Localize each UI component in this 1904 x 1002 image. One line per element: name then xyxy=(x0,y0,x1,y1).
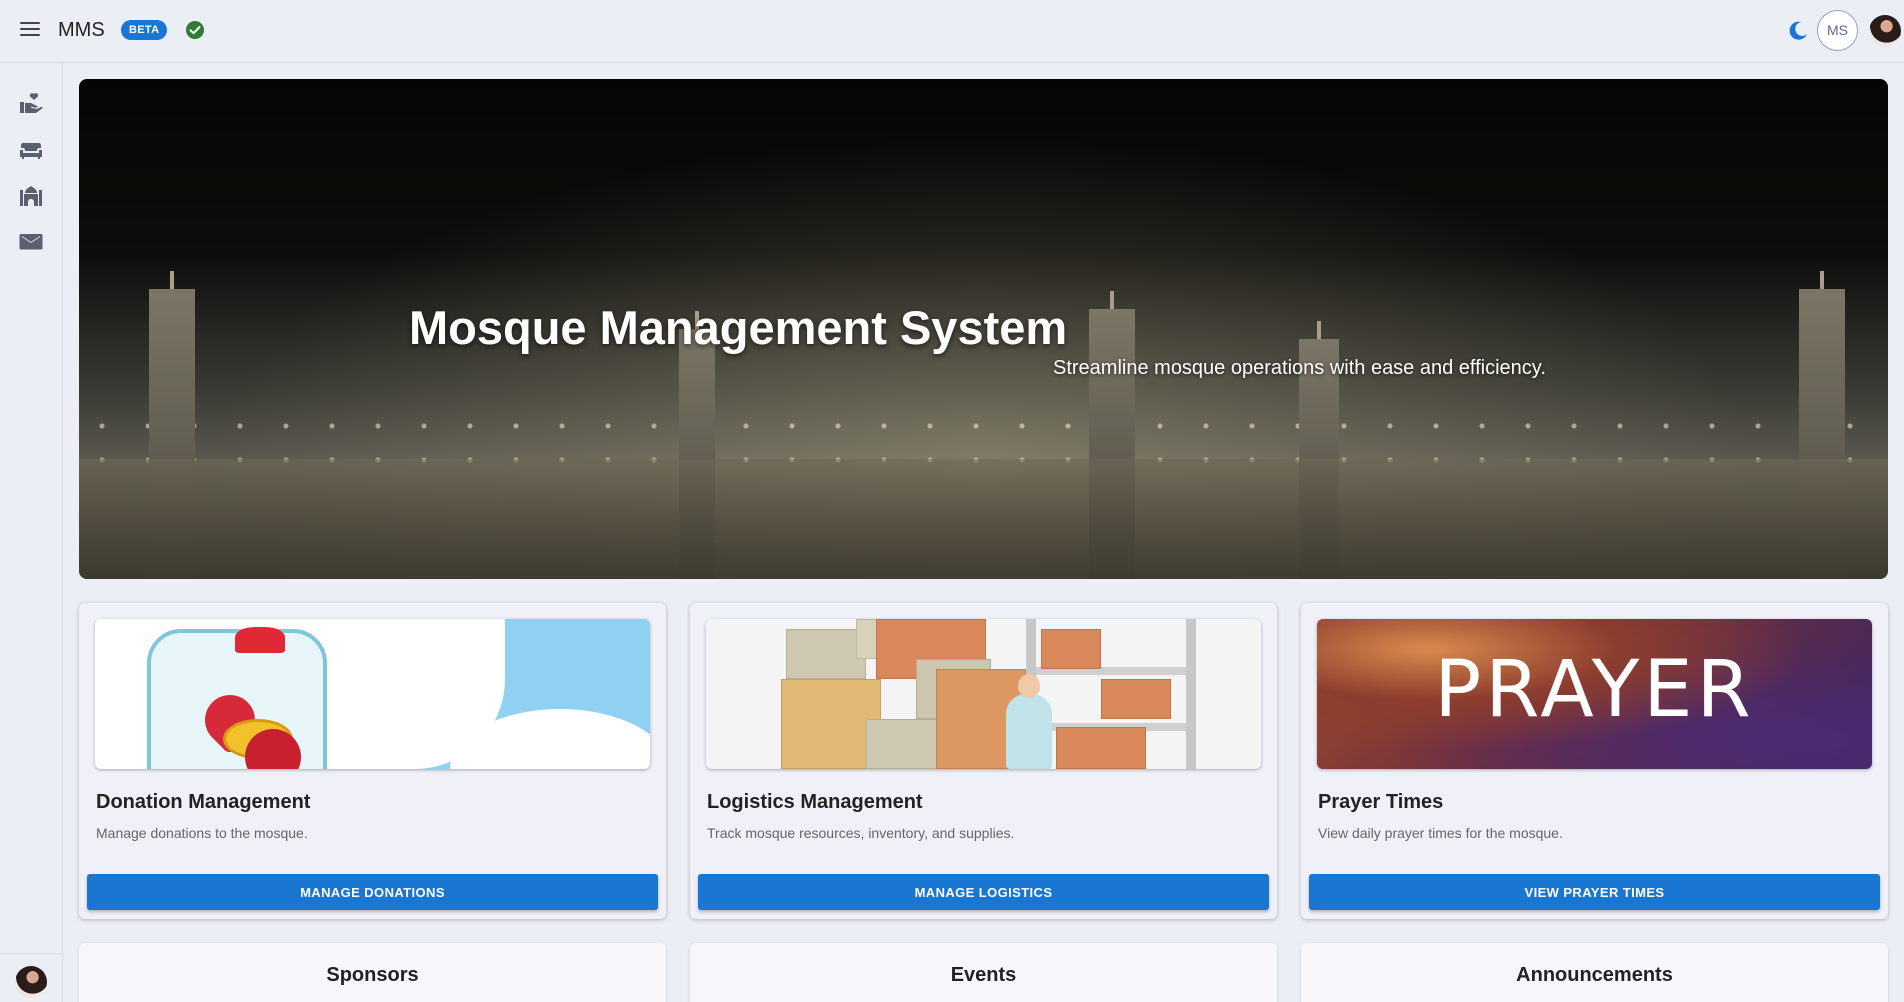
view-prayer-times-button[interactable]: VIEW PRAYER TIMES xyxy=(1309,874,1880,910)
sofa-icon[interactable] xyxy=(18,137,44,163)
events-card: Events xyxy=(690,943,1277,1002)
hero-subtitle: Streamline mosque operations with ease a… xyxy=(1053,357,1546,379)
avatar[interactable] xyxy=(15,966,47,998)
mail-icon[interactable] xyxy=(18,229,44,255)
top-app-bar: MMS BETA MS xyxy=(0,0,1904,63)
card-title: Donation Management xyxy=(96,791,311,813)
prayer-image-text: PRAYER xyxy=(1434,645,1755,735)
prayer-card: PRAYER Prayer Times View daily prayer ti… xyxy=(1301,603,1888,919)
card-title: Events xyxy=(950,964,1017,986)
sidebar-footer xyxy=(0,953,63,1002)
manage-donations-button[interactable]: MANAGE DONATIONS xyxy=(87,874,658,910)
card-description: View daily prayer times for the mosque. xyxy=(1318,825,1563,841)
menu-icon[interactable] xyxy=(20,22,40,38)
user-initials-avatar[interactable]: MS xyxy=(1817,10,1858,51)
moon-icon[interactable] xyxy=(1787,20,1809,42)
sponsors-card: Sponsors xyxy=(79,943,666,1002)
card-description: Track mosque resources, inventory, and s… xyxy=(707,825,1015,841)
hero-banner: Mosque Management System Streamline mosq… xyxy=(79,79,1888,579)
card-title: Prayer Times xyxy=(1318,791,1444,813)
donation-image xyxy=(95,619,650,769)
card-title: Logistics Management xyxy=(707,791,923,813)
card-description: Manage donations to the mosque. xyxy=(96,825,308,841)
logistics-card: Logistics Management Track mosque resour… xyxy=(690,603,1277,919)
beta-badge: BETA xyxy=(121,20,168,40)
sidebar xyxy=(0,63,63,1002)
check-circle-icon xyxy=(186,21,204,39)
manage-logistics-button[interactable]: MANAGE LOGISTICS xyxy=(698,874,1269,910)
hero-plaza xyxy=(79,459,1888,579)
hero-title: Mosque Management System xyxy=(409,301,1068,354)
announcements-card: Announcements xyxy=(1301,943,1888,1002)
donation-card: Donation Management Manage donations to … xyxy=(79,603,666,919)
prayer-image: PRAYER xyxy=(1317,619,1872,769)
card-title: Announcements xyxy=(1516,964,1673,986)
mosque-icon[interactable] xyxy=(18,183,44,209)
donation-hand-icon[interactable] xyxy=(18,91,44,117)
app-title: MMS xyxy=(58,19,105,41)
card-title: Sponsors xyxy=(326,964,419,986)
logistics-image xyxy=(706,619,1261,769)
avatar[interactable] xyxy=(1869,15,1901,47)
